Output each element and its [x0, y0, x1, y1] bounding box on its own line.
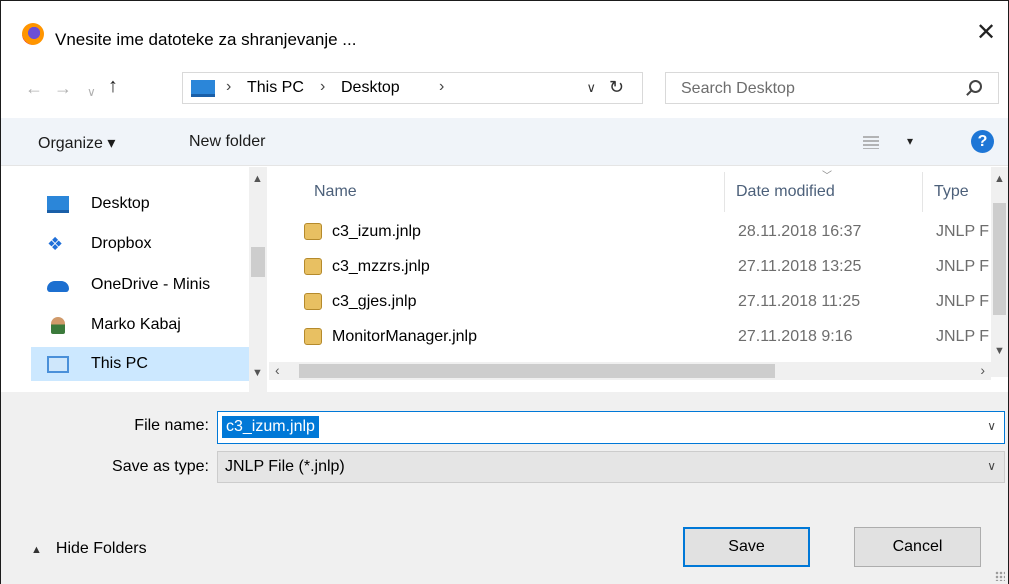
breadcrumb-desktop[interactable]: Desktop: [341, 79, 400, 97]
save-as-type-label: Save as type:: [112, 458, 209, 475]
dropbox-icon: ❖: [47, 234, 64, 254]
address-dropdown-icon[interactable]: ∨: [586, 80, 596, 96]
scroll-left-icon[interactable]: ‹: [275, 362, 280, 378]
column-header-date[interactable]: Date modified: [736, 183, 835, 201]
back-arrow-icon[interactable]: ←: [25, 78, 43, 98]
sort-indicator-icon: ﹀: [822, 171, 832, 182]
nav-item-label: Marko Kabaj: [91, 316, 181, 333]
nav-item-dropbox[interactable]: ❖ Dropbox: [31, 227, 249, 261]
nav-item-label: Dropbox: [91, 235, 152, 252]
column-header-name[interactable]: Name: [314, 183, 357, 201]
chevron-up-icon: ▲: [31, 544, 42, 556]
file-date: 27.11.2018 13:25: [738, 258, 862, 275]
file-name-label: File name:: [134, 417, 209, 434]
scroll-up-icon[interactable]: ▲: [252, 173, 263, 185]
desktop-icon: [47, 196, 69, 213]
scroll-right-icon[interactable]: ›: [980, 362, 985, 378]
jnlp-file-icon: [304, 258, 322, 275]
search-placeholder: Search Desktop: [681, 80, 795, 97]
column-header-type[interactable]: Type: [934, 183, 969, 201]
save-dialog: Vnesite ime datoteke za shranjevanje ...…: [0, 0, 1009, 584]
pc-icon: [191, 80, 215, 97]
column-divider[interactable]: [922, 172, 923, 212]
hide-folders-label: Hide Folders: [55, 540, 147, 557]
up-arrow-icon[interactable]: ↑: [108, 76, 118, 96]
close-icon[interactable]: ✕: [972, 19, 1000, 47]
file-name-value[interactable]: c3_izum.jnlp: [222, 416, 319, 438]
refresh-icon[interactable]: ↻: [609, 77, 624, 98]
breadcrumb-separator[interactable]: ›: [320, 78, 325, 96]
file-type: JNLP F: [936, 328, 989, 345]
nav-item-label: This PC: [91, 355, 148, 372]
hide-folders-button[interactable]: ▲ Hide Folders: [31, 540, 147, 558]
nav-item-label: Desktop: [91, 195, 150, 212]
chevron-down-icon[interactable]: ∨: [987, 459, 996, 473]
file-list-vertical-scrollbar[interactable]: ▲ ▼: [991, 167, 1008, 377]
file-type: JNLP F: [936, 293, 989, 310]
scroll-down-icon[interactable]: ▼: [994, 345, 1005, 357]
chevron-down-icon[interactable]: ∨: [987, 419, 996, 433]
file-row[interactable]: c3_izum.jnlp 28.11.2018 16:37 JNLP F: [299, 215, 989, 249]
nav-item-label: OneDrive - Minis: [91, 276, 211, 293]
scroll-up-icon[interactable]: ▲: [994, 173, 1005, 185]
scroll-thumb[interactable]: [299, 364, 775, 378]
file-date: 27.11.2018 11:25: [738, 293, 861, 310]
save-as-type-value: JNLP File (*.jnlp): [225, 458, 345, 475]
file-row[interactable]: c3_gjes.jnlp 27.11.2018 11:25 JNLP F: [299, 285, 989, 319]
view-dropdown-icon[interactable]: ▾: [907, 134, 913, 148]
cancel-button[interactable]: Cancel: [854, 527, 981, 567]
address-row: ← → ∨ ↑ › This PC › Desktop › ∨ ↻ Search…: [1, 67, 1008, 109]
breadcrumb-this-pc[interactable]: This PC: [247, 79, 304, 97]
breadcrumb-separator[interactable]: ›: [439, 78, 444, 96]
file-name: MonitorManager.jnlp: [332, 328, 477, 345]
file-date: 28.11.2018 16:37: [738, 223, 862, 240]
save-button[interactable]: Save: [683, 527, 810, 567]
onedrive-icon: [47, 281, 69, 292]
file-name: c3_izum.jnlp: [332, 223, 421, 240]
help-icon[interactable]: ?: [971, 130, 994, 153]
command-bar: Organize ▾ New folder ▾ ?: [1, 118, 1008, 166]
resize-grip-icon[interactable]: [995, 571, 1005, 581]
organize-button[interactable]: Organize ▾: [38, 133, 115, 153]
user-icon: [51, 317, 65, 334]
jnlp-file-icon: [304, 293, 322, 310]
forward-arrow-icon[interactable]: →: [54, 78, 72, 98]
jnlp-file-icon: [304, 328, 322, 345]
jnlp-file-icon: [304, 223, 322, 240]
scroll-thumb[interactable]: [993, 203, 1006, 315]
search-icon: [969, 80, 982, 93]
file-name-input[interactable]: c3_izum.jnlp ∨: [217, 411, 1005, 444]
recent-locations-chevron-icon[interactable]: ∨: [87, 82, 96, 102]
nav-scrollbar[interactable]: ▲ ▼: [249, 167, 267, 392]
file-type: JNLP F: [936, 223, 989, 240]
file-list-horizontal-scrollbar[interactable]: ‹ ›: [269, 362, 991, 380]
nav-item-desktop[interactable]: Desktop: [31, 187, 249, 221]
file-name: c3_mzzrs.jnlp: [332, 258, 430, 275]
save-options-panel: File name: c3_izum.jnlp ∨ Save as type: …: [1, 392, 1008, 584]
file-list: ﹀ Name Date modified Type c3_izum.jnlp 2…: [269, 167, 1008, 392]
navigation-pane: Desktop ❖ Dropbox OneDrive - Minis Marko…: [1, 167, 267, 392]
file-date: 27.11.2018 9:16: [738, 328, 853, 345]
save-as-type-select[interactable]: JNLP File (*.jnlp) ∨: [217, 451, 1005, 483]
address-bar[interactable]: › This PC › Desktop › ∨ ↻: [182, 72, 643, 104]
title-bar: Vnesite ime datoteke za shranjevanje ...…: [1, 1, 1008, 49]
new-folder-button[interactable]: New folder: [189, 133, 265, 151]
file-row[interactable]: MonitorManager.jnlp 27.11.2018 9:16 JNLP…: [299, 320, 989, 354]
view-options-icon[interactable]: [863, 136, 879, 149]
scroll-down-icon[interactable]: ▼: [252, 367, 263, 379]
column-divider[interactable]: [724, 172, 725, 212]
nav-item-user[interactable]: Marko Kabaj: [31, 308, 249, 342]
nav-item-onedrive[interactable]: OneDrive - Minis: [31, 268, 249, 302]
file-type: JNLP F: [936, 258, 989, 275]
dialog-title: Vnesite ime datoteke za shranjevanje ...: [55, 30, 357, 49]
breadcrumb-separator[interactable]: ›: [226, 78, 231, 96]
search-input[interactable]: Search Desktop: [665, 72, 999, 104]
pc-icon: [47, 356, 69, 373]
firefox-icon: [22, 23, 44, 45]
file-row[interactable]: c3_mzzrs.jnlp 27.11.2018 13:25 JNLP F: [299, 250, 989, 284]
nav-item-this-pc[interactable]: This PC: [31, 347, 249, 381]
file-name: c3_gjes.jnlp: [332, 293, 417, 310]
scroll-thumb[interactable]: [251, 247, 265, 277]
